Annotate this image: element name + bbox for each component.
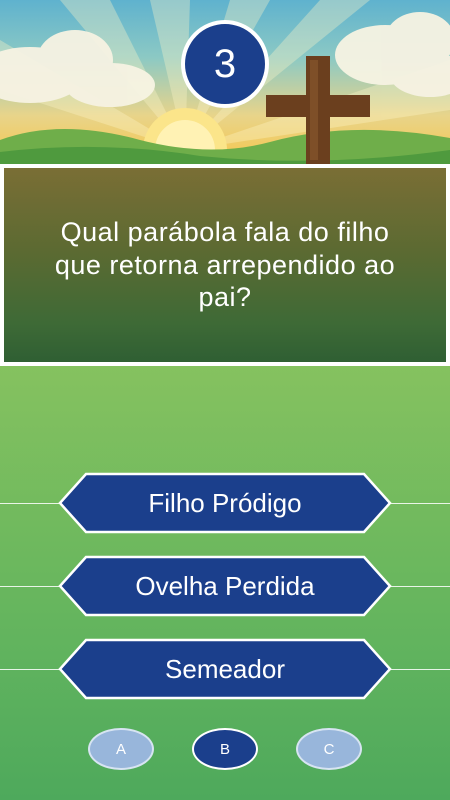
question-panel: Qual parábola fala do filho que retorna … xyxy=(0,164,450,366)
answer-label: Ovelha Perdida xyxy=(135,570,315,601)
answer-row: Semeador xyxy=(0,638,450,700)
question-number: 3 xyxy=(213,41,237,86)
choice-a-button[interactable]: A xyxy=(88,728,154,770)
answer-list: Filho Pródigo Ovelha Perdida Semeador xyxy=(0,472,450,721)
question-text: Qual parábola fala do filho que retorna … xyxy=(54,217,396,313)
question-counter-badge: 3 xyxy=(181,20,269,108)
answer-label: Filho Pródigo xyxy=(148,487,302,518)
answer-button-3[interactable]: Semeador xyxy=(58,638,392,700)
answer-label: Semeador xyxy=(165,653,285,684)
question-panel-inner: Qual parábola fala do filho que retorna … xyxy=(4,168,446,362)
answer-button-1[interactable]: Filho Pródigo xyxy=(58,472,392,534)
answer-row: Ovelha Perdida xyxy=(0,555,450,617)
answer-row: Filho Pródigo xyxy=(0,472,450,534)
answer-button-2[interactable]: Ovelha Perdida xyxy=(58,555,392,617)
choice-selector: A B C xyxy=(0,728,450,772)
choice-b-button[interactable]: B xyxy=(192,728,258,770)
choice-c-button[interactable]: C xyxy=(296,728,362,770)
